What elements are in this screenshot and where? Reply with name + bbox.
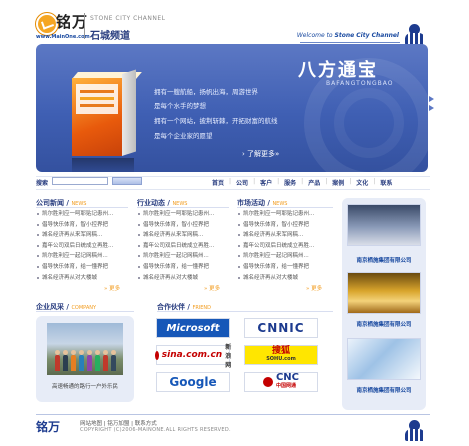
nav-item-company[interactable]: 公司 xyxy=(236,178,248,187)
search-input[interactable] xyxy=(52,177,108,185)
featured-image[interactable] xyxy=(347,272,421,314)
pager-arrow-icon xyxy=(429,96,434,102)
banner-line: 拥有一艘航船，扬帆出海，周游世界 xyxy=(154,88,258,96)
partner-logo-microsoft[interactable]: Microsoft xyxy=(156,318,230,338)
news-list: 凯尔胜利应一呵耶贴记患州... 倡导快乐体育，智小控界把 城名经济再从来军网稿.… xyxy=(137,209,231,283)
nav-item-home[interactable]: 首页 xyxy=(212,178,224,187)
list-item[interactable]: 城名经济再从对大楼城 xyxy=(237,273,335,284)
mascot-icon xyxy=(404,420,426,442)
partner-logo-cnnic[interactable]: CNNIC xyxy=(244,318,318,338)
list-item[interactable]: 倡导快乐体育，智小控界把 xyxy=(137,220,231,231)
featured-caption[interactable]: 南京栖施集团有限公司 xyxy=(345,320,423,328)
cnc-knot-icon xyxy=(262,377,273,387)
list-item[interactable]: 城名经济再从来军网稿... xyxy=(36,230,130,241)
list-item[interactable]: 凯尔胜利应一起记网稿州... xyxy=(237,251,335,262)
logo-icon xyxy=(36,13,58,35)
list-item[interactable]: 凯尔胜利应一呵耶贴记患州... xyxy=(137,209,231,220)
mascot-icon xyxy=(404,24,426,46)
welcome-text: Welcome to Stone City Channel xyxy=(296,32,399,39)
sina-eye-icon xyxy=(154,350,159,360)
more-link[interactable]: 更多 xyxy=(306,284,322,292)
banner-line: 拥有一个网站，披荆斩棘，开拓财富的航线 xyxy=(154,117,278,125)
banner-pager[interactable] xyxy=(429,96,435,112)
banner-line: 是每个企业家的愿望 xyxy=(154,132,213,140)
list-item[interactable]: 城名经济再从来军网稿... xyxy=(237,230,335,241)
main-nav: 首页 | 公司 | 客户 | 服务 | 产品 | 案例 | 文化 | 联系 xyxy=(212,178,393,187)
company-photo[interactable] xyxy=(47,323,123,375)
nav-item-culture[interactable]: 文化 xyxy=(356,178,368,187)
logo-url: www.MainOne.com xyxy=(36,34,90,40)
list-item[interactable]: 凯尔胜利应一起记网稿州... xyxy=(137,251,231,262)
more-link[interactable]: 更多 xyxy=(104,284,120,292)
list-item[interactable]: 嘉年公司双后日统成立再胜... xyxy=(237,241,335,252)
nav-item-clients[interactable]: 客户 xyxy=(260,178,272,187)
partner-logo-sohu[interactable]: 搜狐 SOHU.com xyxy=(244,345,318,365)
featured-caption[interactable]: 南京栖施集团有限公司 xyxy=(345,256,423,264)
partner-logo-cnc[interactable]: CNC 中国网通 xyxy=(244,372,318,392)
list-item[interactable]: 凯尔胜利应一起记网稿州... xyxy=(36,251,130,262)
list-item[interactable]: 倡导快乐体育，给一懂界把 xyxy=(36,262,130,273)
list-item[interactable]: 城名经济再从对大楼城 xyxy=(137,273,231,284)
list-item[interactable]: 城名经济再从来军网稿... xyxy=(137,230,231,241)
product-box-side xyxy=(122,69,136,156)
featured-caption[interactable]: 南京栖施集团有限公司 xyxy=(345,386,423,394)
product-box-reflection xyxy=(72,158,134,172)
search-button[interactable] xyxy=(112,177,142,185)
footer-logo: 铭万 xyxy=(36,420,61,434)
header-divider xyxy=(84,13,85,39)
banner-line: 是每个水手的梦想 xyxy=(154,102,206,110)
featured-image[interactable] xyxy=(347,338,421,380)
footer-rule xyxy=(36,414,430,415)
copyright-text: COPYRIGHT (C)2006-MAINONE.ALL RIGHTS RES… xyxy=(80,427,231,433)
news-list: 凯尔胜利应一呵耶贴记患州... 倡导快乐体育，智小控界把 城名经济再从来军网稿.… xyxy=(237,209,335,283)
news-list: 凯尔胜利应一呵耶贴记患州... 倡导快乐体育，智小控界把 城名经济再从来军网稿.… xyxy=(36,209,130,283)
channel-title: 石城频道 xyxy=(90,31,130,42)
list-item[interactable]: 凯尔胜利应一呵耶贴记患州... xyxy=(36,209,130,220)
nav-item-services[interactable]: 服务 xyxy=(284,178,296,187)
list-item[interactable]: 倡导快乐体育，给一懂界把 xyxy=(237,262,335,273)
nav-item-cases[interactable]: 案例 xyxy=(332,178,344,187)
featured-image[interactable] xyxy=(347,204,421,246)
learn-more-link[interactable]: › 了解更多» xyxy=(242,149,279,159)
partner-logo-google[interactable]: Google xyxy=(156,372,230,392)
more-link[interactable]: 更多 xyxy=(204,284,220,292)
list-item[interactable]: 倡导快乐体育，智小控界把 xyxy=(237,220,335,231)
list-item[interactable]: 嘉年公司双后日统成立再胜... xyxy=(137,241,231,252)
hero-banner[interactable]: 拥有一艘航船，扬帆出海，周游世界 是每个水手的梦想 拥有一个网站，披荆斩棘，开拓… xyxy=(36,44,428,172)
pager-arrow-icon xyxy=(429,105,434,111)
nav-item-contact[interactable]: 联系 xyxy=(380,178,392,187)
channel-name: Stone City Channel xyxy=(334,32,399,39)
photo-caption[interactable]: 高速畅通的路行一户外乐民 xyxy=(38,382,132,390)
list-item[interactable]: 嘉年公司双后日统成立再胜... xyxy=(36,241,130,252)
list-item[interactable]: 倡导快乐体育，智小控界把 xyxy=(36,220,130,231)
list-item[interactable]: 城名经济再从对大楼城 xyxy=(36,273,130,284)
header-rule xyxy=(300,42,400,43)
channel-title-en: STONE CITY CHANNEL xyxy=(90,15,166,22)
nav-item-products[interactable]: 产品 xyxy=(308,178,320,187)
brand-subtitle: BAFANGTONGBAO xyxy=(326,80,394,87)
search-label: 搜索 xyxy=(36,180,49,187)
product-box-label xyxy=(76,84,118,114)
list-item[interactable]: 凯尔胜利应一呵耶贴记患州... xyxy=(237,209,335,220)
brand-title: 八方通宝 xyxy=(298,60,378,81)
list-item[interactable]: 倡导快乐体育，给一懂界把 xyxy=(137,262,231,273)
partner-logo-sina[interactable]: sina.com.cn 新浪网 xyxy=(154,344,231,369)
footer-links[interactable]: 网站地图 | 铭万加盟 | 联系方式 xyxy=(80,419,157,427)
